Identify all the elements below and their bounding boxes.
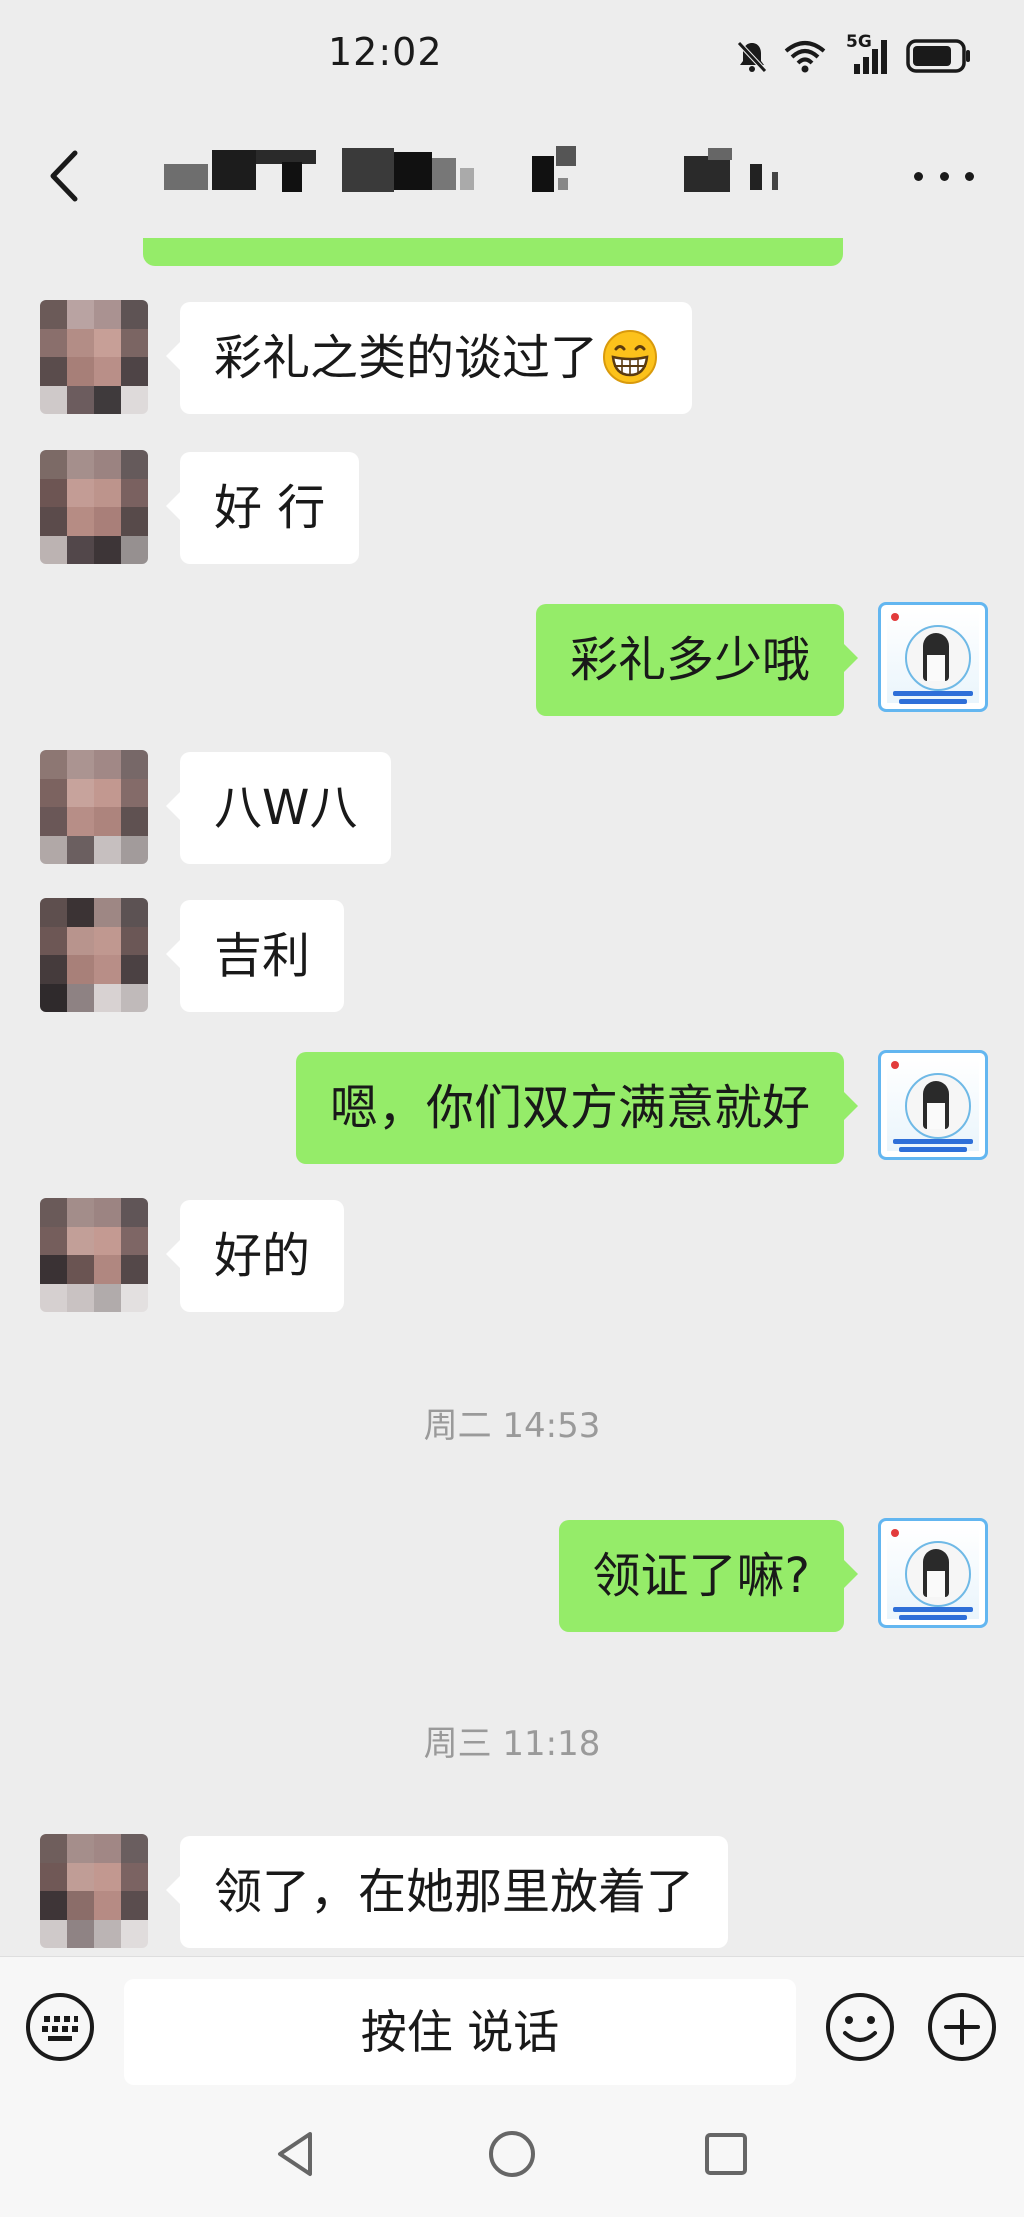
chat-area[interactable]: 彩礼之类的谈过了 好 行 彩礼多少哦 八W八 吉利 嗯，你们双方满意就好 好的 … — [0, 238, 1024, 1956]
keyboard-toggle-button[interactable] — [24, 1991, 96, 2063]
message-text: 彩礼之类的谈过了 — [214, 330, 599, 386]
message-text: 领证了嘛? — [592, 1548, 810, 1604]
chevron-left-icon — [50, 150, 78, 202]
message-text: 好 行 — [214, 480, 326, 536]
status-bar: 12:02 5G — [0, 0, 1024, 112]
emoji-button[interactable] — [824, 1991, 896, 2063]
more-dots-icon — [914, 171, 923, 181]
message-text: 领了，在她那里放着了 — [214, 1864, 695, 1920]
my-avatar[interactable] — [878, 1050, 988, 1160]
plus-circle-icon — [928, 1993, 996, 2061]
my-avatar[interactable] — [878, 602, 988, 712]
message-bubble[interactable]: 彩礼多少哦 — [535, 604, 859, 716]
contact-avatar[interactable] — [40, 750, 148, 864]
contact-avatar[interactable] — [40, 300, 148, 414]
wifi-icon — [784, 39, 826, 73]
message-text: 好的 — [214, 1228, 311, 1284]
recents-square-icon[interactable] — [698, 2124, 754, 2184]
chat-header — [0, 112, 1024, 238]
message-text: 嗯，你们双方满意就好 — [329, 1080, 810, 1136]
partial-message-bubble[interactable] — [143, 238, 843, 266]
keyboard-icon — [26, 1993, 94, 2061]
battery-icon — [906, 39, 972, 73]
contact-avatar[interactable] — [40, 898, 148, 1012]
message-bubble[interactable]: 领了，在她那里放着了 — [165, 1836, 729, 1948]
chat-timestamp: 周三 11:18 — [423, 1724, 601, 1764]
home-circle-icon[interactable] — [484, 2124, 540, 2184]
chat-timestamp: 周二 14:53 — [423, 1406, 601, 1446]
contact-avatar[interactable] — [40, 1834, 148, 1948]
signal-icon: 5G — [840, 32, 892, 76]
smiley-icon — [826, 1993, 894, 2061]
system-navigation-bar — [0, 2096, 1024, 2217]
back-button[interactable] — [36, 146, 92, 206]
message-bubble[interactable]: 领证了嘛? — [558, 1520, 859, 1632]
status-icons: 5G — [734, 32, 972, 78]
network-type: 5G — [846, 32, 872, 52]
add-more-button[interactable] — [926, 1991, 998, 2063]
my-avatar[interactable] — [878, 1518, 988, 1628]
contact-avatar[interactable] — [40, 1198, 148, 1312]
grinning-face-icon — [603, 330, 658, 384]
message-bubble[interactable]: 吉利 — [165, 900, 345, 1012]
message-text: 八W八 — [214, 780, 358, 836]
mute-bell-icon — [734, 38, 770, 74]
chat-title-redacted — [160, 146, 850, 204]
message-bubble[interactable]: 八W八 — [165, 752, 392, 864]
input-bar: 按住 说话 — [0, 1956, 1024, 2097]
back-triangle-icon[interactable] — [270, 2124, 320, 2184]
status-time: 12:02 — [328, 30, 443, 74]
message-text: 彩礼多少哦 — [569, 632, 810, 688]
contact-avatar[interactable] — [40, 450, 148, 564]
message-bubble[interactable]: 彩礼之类的谈过了 — [165, 302, 693, 414]
message-bubble[interactable]: 嗯，你们双方满意就好 — [295, 1052, 859, 1164]
hold-to-talk-button[interactable]: 按住 说话 — [124, 1979, 796, 2085]
message-text: 吉利 — [214, 928, 311, 984]
message-bubble[interactable]: 好 行 — [165, 452, 360, 564]
message-bubble[interactable]: 好的 — [165, 1200, 345, 1312]
more-button[interactable] — [914, 156, 974, 196]
